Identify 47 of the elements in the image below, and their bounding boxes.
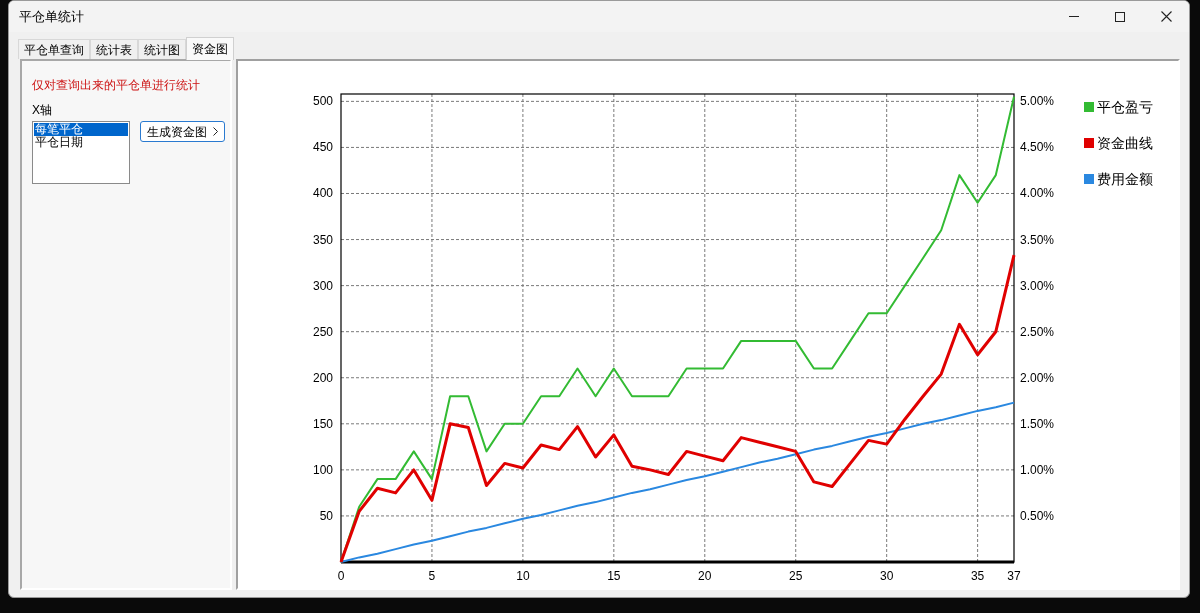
close-icon (1160, 11, 1172, 22)
y-tick-label: 3.00% (1020, 278, 1055, 293)
x-tick-label: 15 (607, 569, 621, 583)
tab[interactable]: 统计表 (90, 39, 138, 59)
x-tick-label: 30 (880, 569, 894, 583)
list-item[interactable]: 平仓日期 (34, 136, 128, 149)
minimize-icon (1069, 16, 1079, 17)
x-axis-label: X轴 (32, 102, 53, 118)
x-tick-label: 5 (428, 569, 436, 583)
y-tick-label: 2.50% (1020, 324, 1055, 339)
window-title: 平仓单统计 (19, 7, 84, 26)
chevron-icon (213, 127, 218, 136)
x-tick-label: 0 (337, 569, 345, 583)
y-tick-label: 100 (312, 462, 333, 477)
y-tick-label: 450 (312, 140, 333, 155)
note-text: 仅对查询出来的平仓单进行统计 (32, 77, 201, 93)
tab[interactable]: 统计图 (138, 39, 186, 59)
y-tick-label: 250 (312, 324, 333, 339)
x-tick-label: 20 (698, 569, 712, 583)
y-tick-label: 2.00% (1020, 370, 1055, 385)
y-tick-label: 500 (312, 94, 333, 109)
y-tick-label: 400 (312, 186, 333, 201)
y-tick-label: 3.50% (1020, 232, 1055, 247)
y-tick-label: 200 (312, 370, 333, 385)
tab[interactable]: 资金图 (186, 37, 234, 60)
x-tick-label: 25 (789, 569, 803, 583)
x-tick-label: 37 (1007, 569, 1021, 583)
y-tick-label: 1.00% (1020, 462, 1055, 477)
y-tick-label: 5.00% (1020, 94, 1055, 109)
generate-button[interactable]: 生成资金图 (140, 121, 225, 142)
y-tick-label: 150 (312, 416, 333, 431)
legend-label: 平仓盈亏 (1097, 99, 1153, 115)
y-tick-label: 300 (312, 278, 333, 293)
y-tick-label: 350 (312, 232, 333, 247)
tab[interactable]: 平仓单查询 (18, 39, 90, 59)
maximize-icon (1115, 11, 1125, 22)
list-item[interactable]: 每笔平仓 (34, 123, 128, 136)
x-axis-listbox[interactable]: 每笔平仓 平仓日期 (32, 121, 130, 184)
legend-label: 资金曲线 (1097, 135, 1153, 151)
x-tick-label: 35 (970, 569, 985, 583)
legend-label: 费用金额 (1097, 171, 1153, 187)
y-tick-label: 4.00% (1020, 186, 1055, 201)
y-tick-label: 1.50% (1020, 416, 1055, 431)
y-tick-label: 50 (319, 508, 333, 523)
y-tick-label: 0.50% (1020, 508, 1055, 523)
y-tick-label: 4.50% (1020, 140, 1055, 155)
x-tick-label: 10 (516, 569, 530, 583)
